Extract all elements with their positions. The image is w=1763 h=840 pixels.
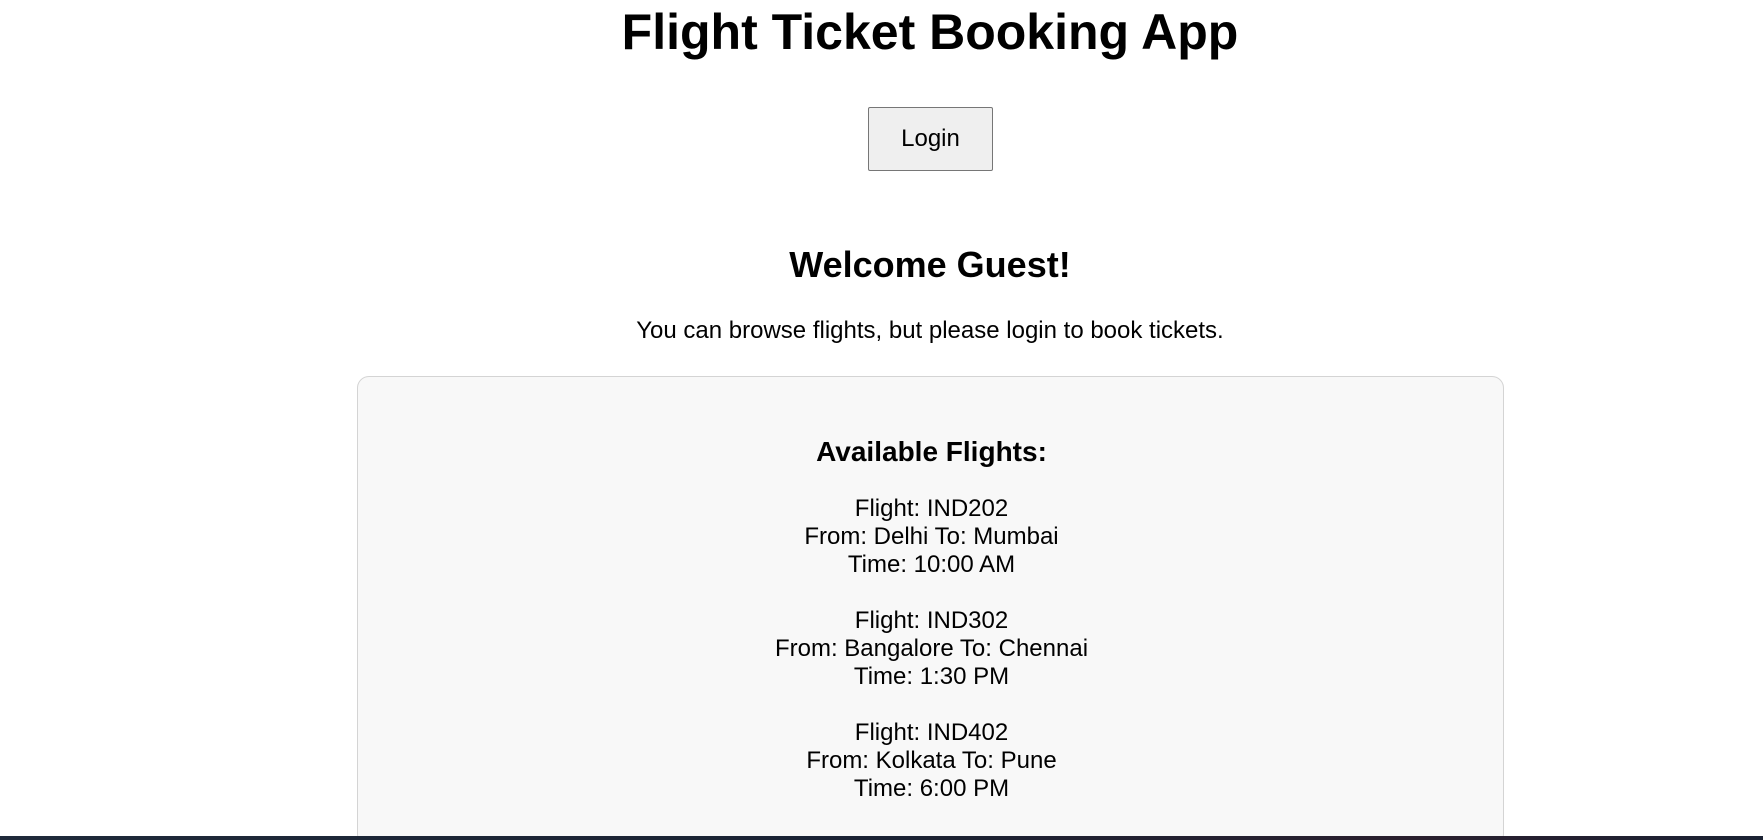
- flight-time: Time: 1:30 PM: [853, 663, 1010, 690]
- flight-route: From: Kolkata To: Pune: [806, 747, 1057, 774]
- flight-time: Time: 6:00 PM: [853, 775, 1010, 802]
- flight-number: Flight: IND402: [854, 719, 1009, 746]
- flight-route: From: Delhi To: Mumbai: [804, 523, 1059, 550]
- page: Flight Ticket Booking App Login Welcome …: [0, 0, 1763, 840]
- welcome-message: You can browse flights, but please login…: [636, 317, 1224, 344]
- flight-time: Time: 10:00 AM: [847, 551, 1016, 578]
- flight-number: Flight: IND302: [854, 607, 1009, 634]
- flight-route: From: Bangalore To: Chennai: [774, 635, 1089, 662]
- flights-panel: Available Flights: Flight: IND202 From: …: [357, 376, 1504, 840]
- taskbar-strip: [0, 836, 1763, 840]
- login-button[interactable]: Login: [868, 107, 993, 171]
- flight-item: Flight: IND302 From: Bangalore To: Chenn…: [358, 607, 1505, 691]
- flight-item: Flight: IND202 From: Delhi To: Mumbai Ti…: [358, 495, 1505, 579]
- flight-number: Flight: IND202: [854, 495, 1009, 522]
- flight-list: Flight: IND202 From: Delhi To: Mumbai Ti…: [358, 495, 1505, 831]
- flights-heading: Available Flights:: [816, 436, 1047, 467]
- flight-item: Flight: IND402 From: Kolkata To: Pune Ti…: [358, 719, 1505, 803]
- app-title: Flight Ticket Booking App: [621, 4, 1239, 60]
- welcome-heading: Welcome Guest!: [789, 244, 1071, 285]
